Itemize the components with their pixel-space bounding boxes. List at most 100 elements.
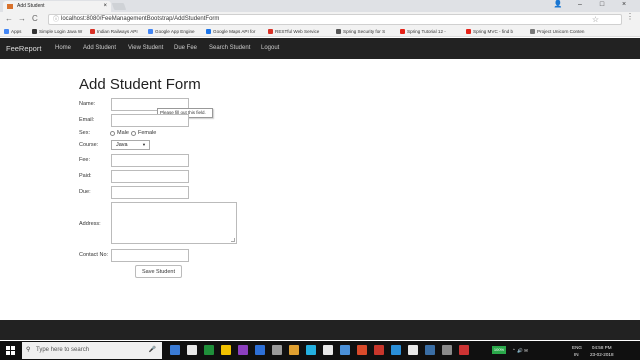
- nav-view-student[interactable]: View Student: [128, 38, 163, 59]
- search-placeholder: Type here to search: [36, 347, 90, 353]
- paid-input[interactable]: [111, 170, 189, 183]
- contact-input[interactable]: [111, 249, 189, 262]
- browser-tab[interactable]: Add Student ×: [3, 1, 111, 12]
- windows-start-icon[interactable]: [6, 346, 16, 356]
- bookmark-item[interactable]: Project Unicorn Conten: [530, 26, 585, 37]
- clock-date: 23-02-2018: [590, 352, 614, 357]
- browser-menu-icon[interactable]: ⋮: [626, 12, 634, 21]
- back-icon[interactable]: ←: [5, 13, 13, 25]
- course-label: Course:: [79, 142, 99, 148]
- female-label: Female: [138, 130, 157, 136]
- bookmark-favicon-icon: [336, 29, 341, 34]
- taskbar-app-icon[interactable]: [221, 345, 231, 355]
- bookmark-item[interactable]: Google Maps API for: [206, 26, 255, 37]
- bookmark-label: Simple Login Java W: [39, 29, 83, 34]
- forward-icon[interactable]: →: [18, 13, 26, 25]
- taskbar-app-icon[interactable]: [442, 345, 452, 355]
- bookmark-item[interactable]: Simple Login Java W: [32, 26, 82, 37]
- contact-label: Contact No:: [79, 252, 109, 258]
- course-select[interactable]: Java ▼: [111, 140, 150, 150]
- resize-grip-icon[interactable]: [231, 238, 235, 242]
- microphone-icon[interactable]: 🎤: [149, 342, 156, 359]
- taskbar-app-icon[interactable]: [204, 345, 214, 355]
- address-textarea[interactable]: [111, 202, 237, 244]
- bookmark-favicon-icon: [530, 29, 535, 34]
- tab-close-icon[interactable]: ×: [103, 1, 107, 12]
- minimize-button[interactable]: –: [570, 0, 590, 10]
- sex-label: Sex:: [79, 130, 91, 136]
- taskbar-app-icon[interactable]: [357, 345, 367, 355]
- region-indicator: IN: [574, 352, 579, 357]
- address-bar[interactable]: ⓘ localhost:8080/FeeManagementBootstrap/…: [48, 14, 622, 25]
- bookmark-label: Spring Security for S: [343, 29, 386, 34]
- taskbar-app-icon[interactable]: [391, 345, 401, 355]
- windows-taskbar: ⚲ Type here to search 🎤 100% ⌃ 🔊 ✉ ENG I…: [0, 341, 640, 360]
- close-window-button[interactable]: ×: [614, 0, 634, 10]
- taskbar-app-icon[interactable]: [306, 345, 316, 355]
- bookmark-item[interactable]: Spring MVC - find b: [466, 26, 513, 37]
- female-radio[interactable]: [131, 131, 136, 136]
- male-label: Male: [117, 130, 129, 136]
- user-profile-icon[interactable]: 👤: [548, 0, 568, 10]
- bookmark-favicon-icon: [400, 29, 405, 34]
- bookmark-label: Apps: [11, 29, 22, 34]
- taskbar-app-icon[interactable]: [408, 345, 418, 355]
- bookmark-star-icon[interactable]: ☆: [592, 15, 599, 24]
- new-tab-button[interactable]: [111, 3, 127, 10]
- bookmark-label: Project Unicorn Conten: [537, 29, 585, 34]
- due-input[interactable]: [111, 186, 189, 199]
- maximize-button[interactable]: □: [592, 0, 612, 10]
- male-radio[interactable]: [110, 131, 115, 136]
- bookmark-item[interactable]: Spring Security for S: [336, 26, 385, 37]
- bookmark-item[interactable]: Apps: [4, 26, 21, 37]
- url-text: localhost:8080/FeeManagementBootstrap/Ad…: [61, 16, 220, 22]
- bookmark-favicon-icon: [206, 29, 211, 34]
- info-icon[interactable]: ⓘ: [53, 16, 59, 25]
- brand-link[interactable]: FeeReport: [6, 38, 41, 59]
- tray-icons[interactable]: ⌃ 🔊 ✉: [512, 341, 528, 360]
- nav-logout[interactable]: Logout: [261, 38, 279, 59]
- bookmarks-bar: Apps Simple Login Java W Indian Railways A…: [0, 26, 640, 37]
- course-selected-value: Java: [116, 142, 128, 148]
- fee-input[interactable]: [111, 154, 189, 167]
- taskbar-app-icon[interactable]: [289, 345, 299, 355]
- reload-icon[interactable]: C: [32, 13, 38, 25]
- bookmark-item[interactable]: RESTful Web Service: [268, 26, 319, 37]
- email-label: Email:: [79, 117, 95, 123]
- battery-indicator[interactable]: 100%: [492, 346, 506, 354]
- taskbar-app-icon[interactable]: [340, 345, 350, 355]
- bookmark-label: Spring MVC - find b: [473, 29, 514, 34]
- bookmark-label: Spring Tutorial 12 -: [407, 29, 446, 34]
- taskbar-app-icon[interactable]: [187, 345, 197, 355]
- bookmark-favicon-icon: [90, 29, 95, 34]
- nav-due-fee[interactable]: Due Fee: [174, 38, 197, 59]
- clock-time: 04:58 PM: [591, 345, 612, 350]
- bookmark-favicon-icon: [148, 29, 153, 34]
- taskbar-app-icon[interactable]: [255, 345, 265, 355]
- taskbar-app-icon[interactable]: [425, 345, 435, 355]
- taskbar-search-input[interactable]: ⚲ Type here to search 🎤: [22, 342, 162, 359]
- browser-toolbar: ← → C ⓘ localhost:8080/FeeManagementBoot…: [0, 12, 640, 26]
- email-input[interactable]: [111, 114, 189, 127]
- nav-add-student[interactable]: Add Student: [83, 38, 116, 59]
- bookmark-item[interactable]: Spring Tutorial 12 -: [400, 26, 446, 37]
- bookmark-favicon-icon: [4, 29, 9, 34]
- nav-search-student[interactable]: Search Student: [209, 38, 250, 59]
- bookmark-label: Google App Engine: [155, 29, 195, 34]
- bookmark-label: RESTful Web Service: [275, 29, 320, 34]
- save-student-button[interactable]: Save Student: [135, 265, 182, 278]
- app-footer: [0, 320, 640, 340]
- taskbar-app-icon[interactable]: [272, 345, 282, 355]
- taskbar-app-icon[interactable]: [374, 345, 384, 355]
- tab-title: Add Student: [17, 3, 45, 9]
- nav-home[interactable]: Home: [55, 38, 71, 59]
- bookmark-item[interactable]: Google App Engine: [148, 26, 195, 37]
- taskbar-app-icon[interactable]: [459, 345, 469, 355]
- taskbar-app-icon[interactable]: [323, 345, 333, 355]
- paid-label: Paid:: [79, 173, 92, 179]
- bookmark-item[interactable]: Indian Railways API: [90, 26, 138, 37]
- taskbar-clock[interactable]: 04:58 PM 23-02-2018: [590, 344, 614, 358]
- taskbar-app-icon[interactable]: [238, 345, 248, 355]
- taskbar-app-icon[interactable]: [170, 345, 180, 355]
- address-label: Address:: [79, 221, 101, 227]
